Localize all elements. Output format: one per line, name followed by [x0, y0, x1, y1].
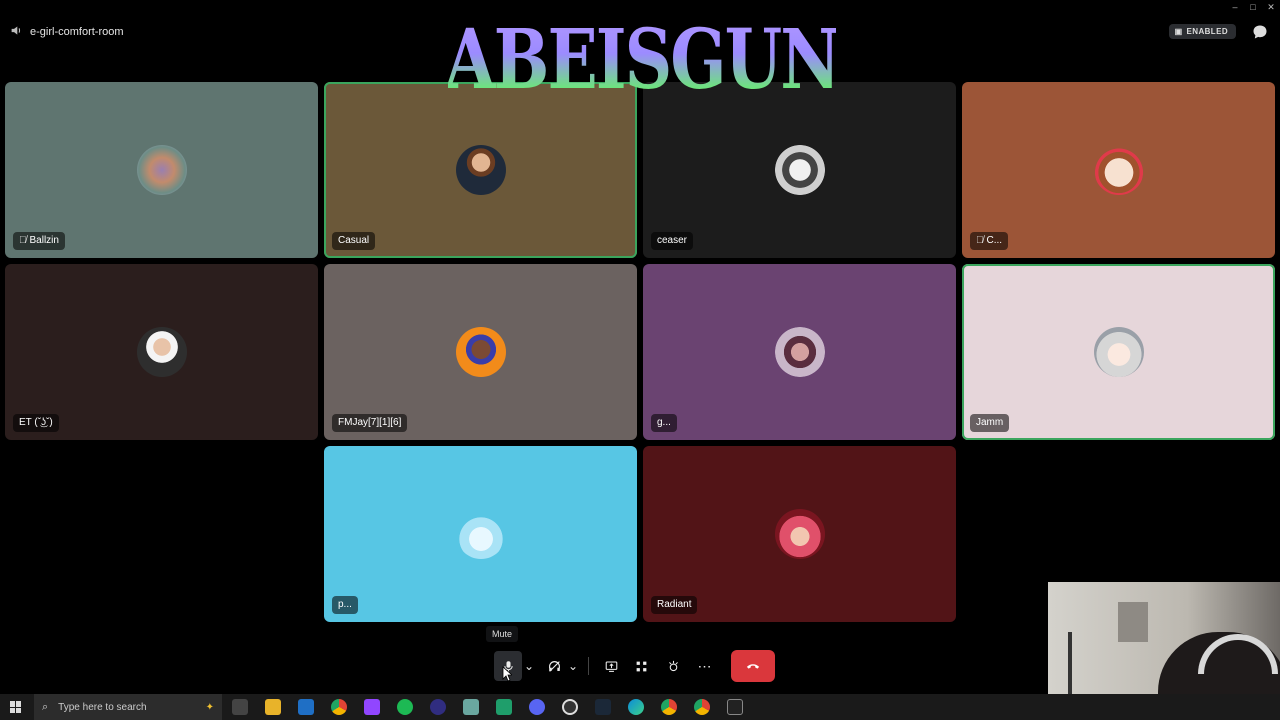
- close-button[interactable]: ✕: [1262, 0, 1280, 14]
- avatar: [455, 509, 506, 559]
- soundboard-icon: [668, 660, 678, 671]
- twitch-icon[interactable]: [364, 699, 380, 715]
- app-icon[interactable]: [463, 699, 479, 715]
- participant-name-tag: 🎙̸ C...: [970, 232, 1009, 250]
- chrome-icon[interactable]: [661, 699, 677, 715]
- participant-name: Ballzin: [29, 235, 59, 246]
- divider: [588, 657, 589, 675]
- avatar: [774, 509, 825, 559]
- participant-name-tag: 🎙̸ Ballzin: [13, 232, 65, 250]
- obs-icon[interactable]: [430, 699, 446, 715]
- participant-name-tag: Radiant: [651, 596, 698, 614]
- participant-name-tag: ceaser: [651, 232, 694, 250]
- participant-name: FMJay[7][1][6]: [338, 417, 402, 428]
- participant-name: Radiant: [657, 599, 692, 610]
- soundboard-button[interactable]: [657, 651, 689, 681]
- call-controls: ⌄ ⌄ ⋯: [494, 648, 721, 684]
- avatar: [136, 327, 187, 377]
- maximize-button[interactable]: □: [1244, 0, 1262, 14]
- channel-header[interactable]: e-girl-comfort-room: [10, 24, 124, 40]
- speaker-icon: [10, 24, 23, 40]
- participant-name: g...: [657, 417, 671, 428]
- enabled-badge[interactable]: ▣ ENABLED: [1168, 24, 1236, 39]
- participant-tile[interactable]: 🎙̸ Ballzin: [5, 82, 318, 258]
- screen-share-button[interactable]: [597, 651, 625, 681]
- discord-icon[interactable]: [529, 699, 545, 715]
- spotify-icon[interactable]: [397, 699, 413, 715]
- participant-name-tag: p...: [332, 596, 358, 614]
- disconnect-button[interactable]: [731, 650, 775, 682]
- mute-tooltip: Mute: [486, 626, 519, 642]
- participant-tile[interactable]: FMJay[7][1][6]: [324, 264, 637, 440]
- avatar: [774, 327, 825, 377]
- app-icon[interactable]: [562, 699, 578, 715]
- chat-icon[interactable]: [1252, 24, 1268, 40]
- outlook-icon[interactable]: [298, 699, 314, 715]
- participant-name-tag: ET (ˇ͜ʖˇ): [13, 414, 59, 432]
- minimize-button[interactable]: –: [1226, 0, 1244, 14]
- participant-name: p...: [338, 599, 352, 610]
- participant-name-tag: Jamm: [970, 414, 1010, 432]
- participant-name-tag: Casual: [332, 232, 376, 250]
- chrome-icon[interactable]: [331, 699, 347, 715]
- discord-call-window: – □ ✕ e-girl-comfort-room ▣ ENABLED GABE…: [0, 0, 1280, 720]
- chevron-down-icon[interactable]: ⌄: [566, 651, 580, 681]
- avatar: [774, 145, 825, 195]
- participant-tile[interactable]: p...: [324, 446, 637, 622]
- activities-icon: [636, 661, 646, 671]
- participant-name: Casual: [338, 235, 370, 246]
- more-options-icon[interactable]: ⋯: [689, 651, 721, 681]
- webcam-background: [1118, 602, 1148, 642]
- search-placeholder: Type here to search: [58, 701, 147, 713]
- participant-tile[interactable]: g...: [643, 264, 956, 440]
- mouse-cursor: [502, 666, 514, 682]
- participant-name: C...: [986, 235, 1003, 246]
- windows-taskbar: ⌕ Type here to search ✦: [0, 694, 1280, 720]
- steam-icon[interactable]: [595, 699, 611, 715]
- epic-games-icon[interactable]: [727, 699, 743, 715]
- avatar: [455, 145, 506, 195]
- participant-name: Jamm: [976, 417, 1004, 428]
- task-view-icon[interactable]: [232, 699, 248, 715]
- participant-tile[interactable]: Radiant: [643, 446, 956, 622]
- app-icon[interactable]: [496, 699, 512, 715]
- chevron-down-icon[interactable]: ⌄: [522, 651, 536, 681]
- enabled-label: ENABLED: [1186, 27, 1228, 36]
- sparkle-icon: ✦: [205, 701, 214, 713]
- participant-tile[interactable]: ET (ˇ͜ʖˇ): [5, 264, 318, 440]
- muted-mic-icon: 🎙̸: [976, 235, 984, 246]
- windows-start-icon[interactable]: [10, 701, 22, 713]
- hang-up-icon: [746, 664, 760, 669]
- participant-tile[interactable]: 🎙̸ C...: [962, 82, 1275, 258]
- avatar: [1093, 145, 1144, 195]
- participant-tile[interactable]: Jamm: [962, 264, 1275, 440]
- activities-button[interactable]: [625, 651, 657, 681]
- muted-mic-icon: 🎙̸: [19, 235, 27, 246]
- participant-name-tag: FMJay[7][1][6]: [332, 414, 408, 432]
- file-explorer-icon[interactable]: [265, 699, 281, 715]
- avatar: [136, 145, 187, 195]
- participant-name: ceaser: [657, 235, 688, 246]
- search-icon: ⌕: [42, 700, 49, 713]
- deafen-button[interactable]: [542, 651, 566, 681]
- headphones-off-icon: [548, 660, 560, 672]
- taskbar-search[interactable]: ⌕ Type here to search ✦: [34, 694, 222, 720]
- avatar: [455, 327, 506, 377]
- stream-overlay-logo: GABEISGUNK: [390, 3, 896, 116]
- chrome-icon[interactable]: [694, 699, 710, 715]
- channel-name: e-girl-comfort-room: [30, 26, 124, 38]
- edge-icon[interactable]: [628, 699, 644, 715]
- camera-icon: ▣: [1174, 27, 1183, 36]
- screen-share-icon: [605, 661, 617, 672]
- avatar: [1093, 327, 1144, 377]
- participant-name-tag: g...: [651, 414, 677, 432]
- participant-name: ET (ˇ͜ʖˇ): [19, 417, 53, 428]
